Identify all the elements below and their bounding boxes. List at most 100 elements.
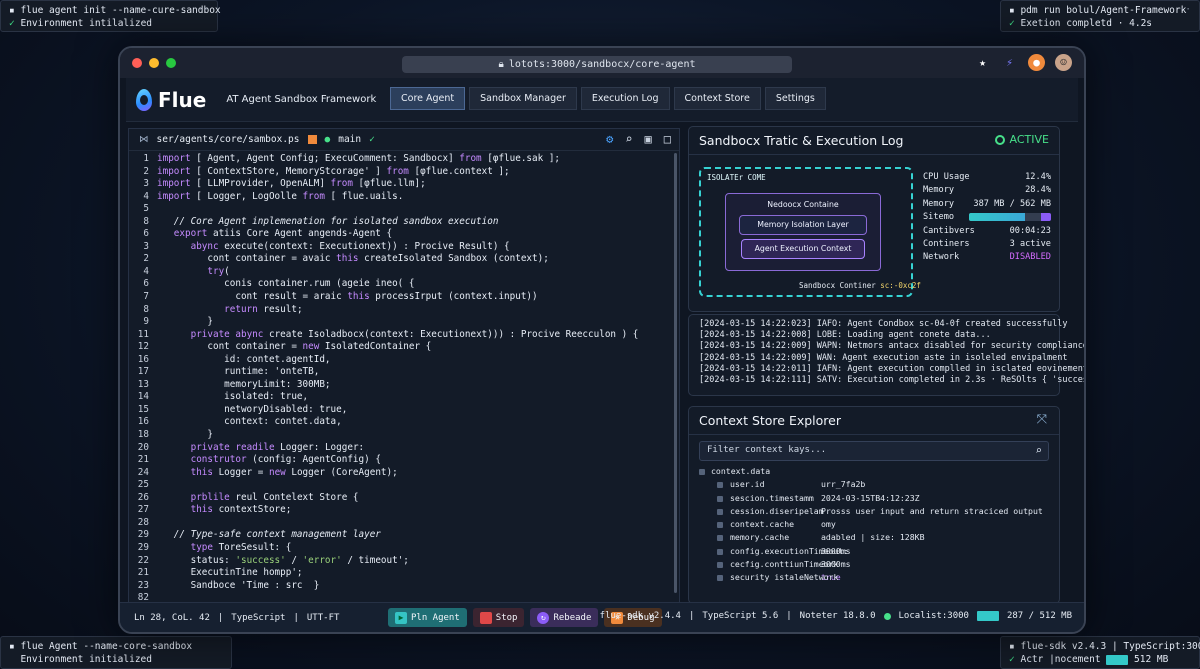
tab-core-agent[interactable]: Core Agent [390,87,466,110]
sitemo-fill [969,213,1025,222]
file-path[interactable]: ser/agents/core/sambox.ps [157,134,300,145]
node-container-label: Nedoocx Containe [767,200,839,209]
tree-row[interactable]: security istaleNetwork true [697,571,1047,584]
tree-row[interactable]: config.executionTimeout: 3000ms [697,545,1047,558]
code-line: 29 // Type-safe context management layer [129,529,671,542]
tree-key: security istaleNetwork [697,571,838,584]
code-area[interactable]: 1 import [ Agent, Agent Config; ExecuComm… [129,153,671,603]
tab-execution-log[interactable]: Execution Log [580,87,670,110]
tree-row[interactable]: memory.cache adabled | size: 128KB [697,531,1047,544]
code-line: 8 // Core Agent inplemenation for isolat… [129,216,671,229]
gear-icon[interactable]: ⚙ [606,132,613,146]
search-icon[interactable]: ⌕ [625,132,632,146]
language-mode[interactable]: TypeScript [231,613,285,623]
scrollbar[interactable] [674,153,677,593]
log-list: [2024-03-15 14:22:023] IAFO: Agent Condb… [689,315,1084,390]
code-text: id: contet.agentId, [157,353,331,365]
line-number: 27 [137,504,149,516]
tree-row[interactable]: cession.diseripelam Prosss user input and… [697,505,1047,518]
close-window-button[interactable] [132,58,142,68]
editor-header: ⋈ ser/agents/core/sambox.ps ● main ✓ ⚙ ⌕… [129,129,679,151]
stop-label: Stop [495,612,518,623]
code-line: 23 Sandboce 'Time : src } [129,580,671,593]
star-icon[interactable]: ★ [974,54,991,71]
rebeade-button[interactable]: ↻ Rebeade [530,608,599,627]
code-line: 5 [129,203,671,216]
filter-input[interactable]: Filter context kays... ⌕ [699,441,1049,461]
avatar[interactable]: ☺ [1055,54,1072,71]
check-icon: ✓ [9,18,15,29]
stat-label: Memory [923,198,955,209]
line-number: 1 [143,153,149,164]
log-entry: [2024-03-15 14:22:009] WAN: Agent execut… [699,352,1068,363]
code-line: 13 memoryLimit: 300MB; [129,379,671,392]
tree-row[interactable]: context.cache omy [697,518,1047,531]
run-agent-button[interactable]: ▶ Pln Agent [388,608,467,627]
status-dot-icon: ● [324,134,331,145]
terminal-mem: 512 MB [1134,654,1169,665]
line-number: 2 [143,253,149,265]
tree-key: config.executionTimeout: [697,545,848,558]
code-line: 24 this Logger = new Logger (CoreAgent); [129,467,671,480]
tree-key: context.data [697,465,897,478]
code-line: 21 construtor (config: AgentConfig) { [129,454,671,467]
code-text: context: contet.data, [157,416,342,428]
tree-value: urr_7fa2b [821,479,866,490]
code-line: 26 prblile reul Contelext Store { [129,492,671,505]
code-text: } [157,429,213,441]
cursor-position[interactable]: Ln 28, CoL. 42 [134,613,210,623]
more-icon[interactable]: ·· [1180,3,1191,16]
tree-key: sescion.timestamm [697,492,821,505]
tree-row[interactable]: cecfig.conttiunTimeork 3000ms [697,558,1047,571]
line-number: 3 [143,178,149,190]
terminal-line: flue Agent --name-core-sandbox [20,641,193,652]
tools-icon[interactable]: ⤧ [1037,412,1047,427]
execution-log-panel: [2024-03-15 14:22:023] IAFO: Agent Condb… [688,314,1084,396]
search-icon[interactable]: ⌕ [1035,444,1042,457]
tab-context-store[interactable]: Context Store [673,87,761,110]
stop-button[interactable]: Stop [472,608,525,627]
more-icon[interactable]: ·· [198,3,209,16]
line-number: 12 [137,341,149,353]
code-text: isolated: true, [157,391,309,403]
encoding[interactable]: UTT-FT [307,613,340,623]
code-line: 28 [129,517,671,530]
line-number: 13 [137,378,149,390]
line-number: 8 [143,303,149,315]
line-number: 28 [137,516,149,528]
code-line: 20 private readile Logger: Logger: [129,442,671,455]
line-number: 29 [137,541,149,553]
branch-name[interactable]: main [338,134,361,145]
logo: Flue AT Agent Sandbox Framework [136,88,376,112]
code-line: 21 ExecutinTine hompp'; [129,567,671,580]
code-text: import [ Agent, Agent Config; ExecuComme… [157,153,561,164]
terminal-line: pdm run bolul/Agent-Framework [1020,5,1187,16]
stat-label: Network [923,252,960,263]
maximize-window-button[interactable] [166,58,176,68]
code-line: 25 [129,479,671,492]
line-number: 25 [137,479,149,491]
status-text: ACTIVE [1009,133,1049,146]
line-number: 20 [137,441,149,453]
minimize-window-button[interactable] [149,58,159,68]
tree-key: context.cache [697,518,821,531]
code-text: ExecutinTine hompp'; [157,567,303,579]
panel-icon[interactable]: ▣ [645,132,652,146]
extension-orange-icon[interactable]: ● [1028,54,1045,71]
memory-usage: 287 / 512 MB [1006,611,1072,621]
code-line: 2 cont container = avaic this createIsol… [129,253,671,266]
tree-row[interactable]: sescion.timestamm 2024-03-15TB4:12:23Z [697,492,1047,505]
address-bar[interactable]: 🔒︎ lotots:3000/sandbocx/core-agent [402,56,792,73]
line-number: 17 [137,366,149,378]
tab-sandbox-manager[interactable]: Sandbox Manager [469,87,577,110]
tree-root[interactable]: context.data [697,465,1047,478]
tab-settings[interactable]: Settings [764,87,826,110]
extension-icon[interactable]: ⚡ [1001,54,1018,71]
tree-row[interactable]: user.id urr_7fa2b [697,478,1047,491]
log-entry: [2024-03-15 14:22:023] IAFO: Agent Condb… [699,319,1068,329]
container-label: Sandbocx Continer [799,281,876,290]
local-server[interactable]: Localist:3000 [899,611,969,621]
code-text: export atiis Core Agent angends-Agent { [173,228,393,240]
split-icon[interactable]: □ [664,132,671,146]
tree-key: memory.cache [697,531,821,544]
